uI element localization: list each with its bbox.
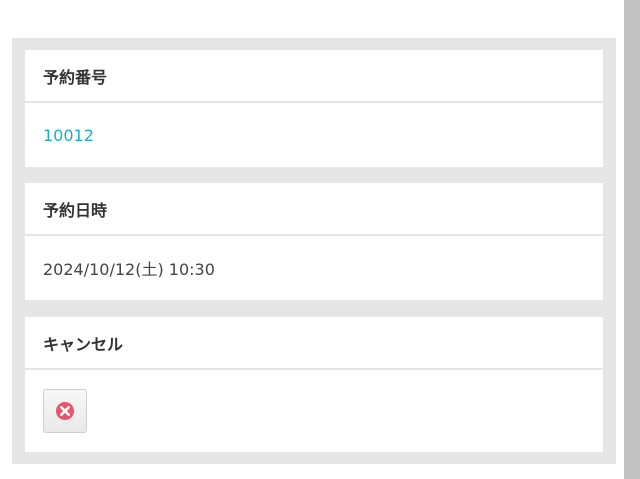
vertical-scrollbar[interactable]	[624, 0, 640, 479]
reservation-detail-panel: 予約番号 10012 予約日時 2024/10/12(土) 10:30 キャンセ…	[12, 38, 616, 464]
reservation-datetime-label: 予約日時	[25, 183, 603, 236]
cancel-label: キャンセル	[25, 317, 603, 370]
cancel-row	[25, 370, 603, 452]
cancel-card: キャンセル	[25, 317, 603, 452]
cancel-x-icon	[56, 402, 74, 420]
cancel-button[interactable]	[43, 389, 87, 433]
reservation-datetime-value: 2024/10/12(土) 10:30	[43, 260, 215, 279]
reservation-number-card: 予約番号 10012	[25, 50, 603, 167]
reservation-datetime-row: 2024/10/12(土) 10:30	[25, 236, 603, 300]
reservation-datetime-card: 予約日時 2024/10/12(土) 10:30	[25, 183, 603, 300]
reservation-number-link[interactable]: 10012	[43, 126, 94, 145]
reservation-number-label: 予約番号	[25, 50, 603, 103]
page: 予約番号 10012 予約日時 2024/10/12(土) 10:30 キャンセ…	[0, 0, 640, 479]
reservation-number-row: 10012	[25, 103, 603, 167]
